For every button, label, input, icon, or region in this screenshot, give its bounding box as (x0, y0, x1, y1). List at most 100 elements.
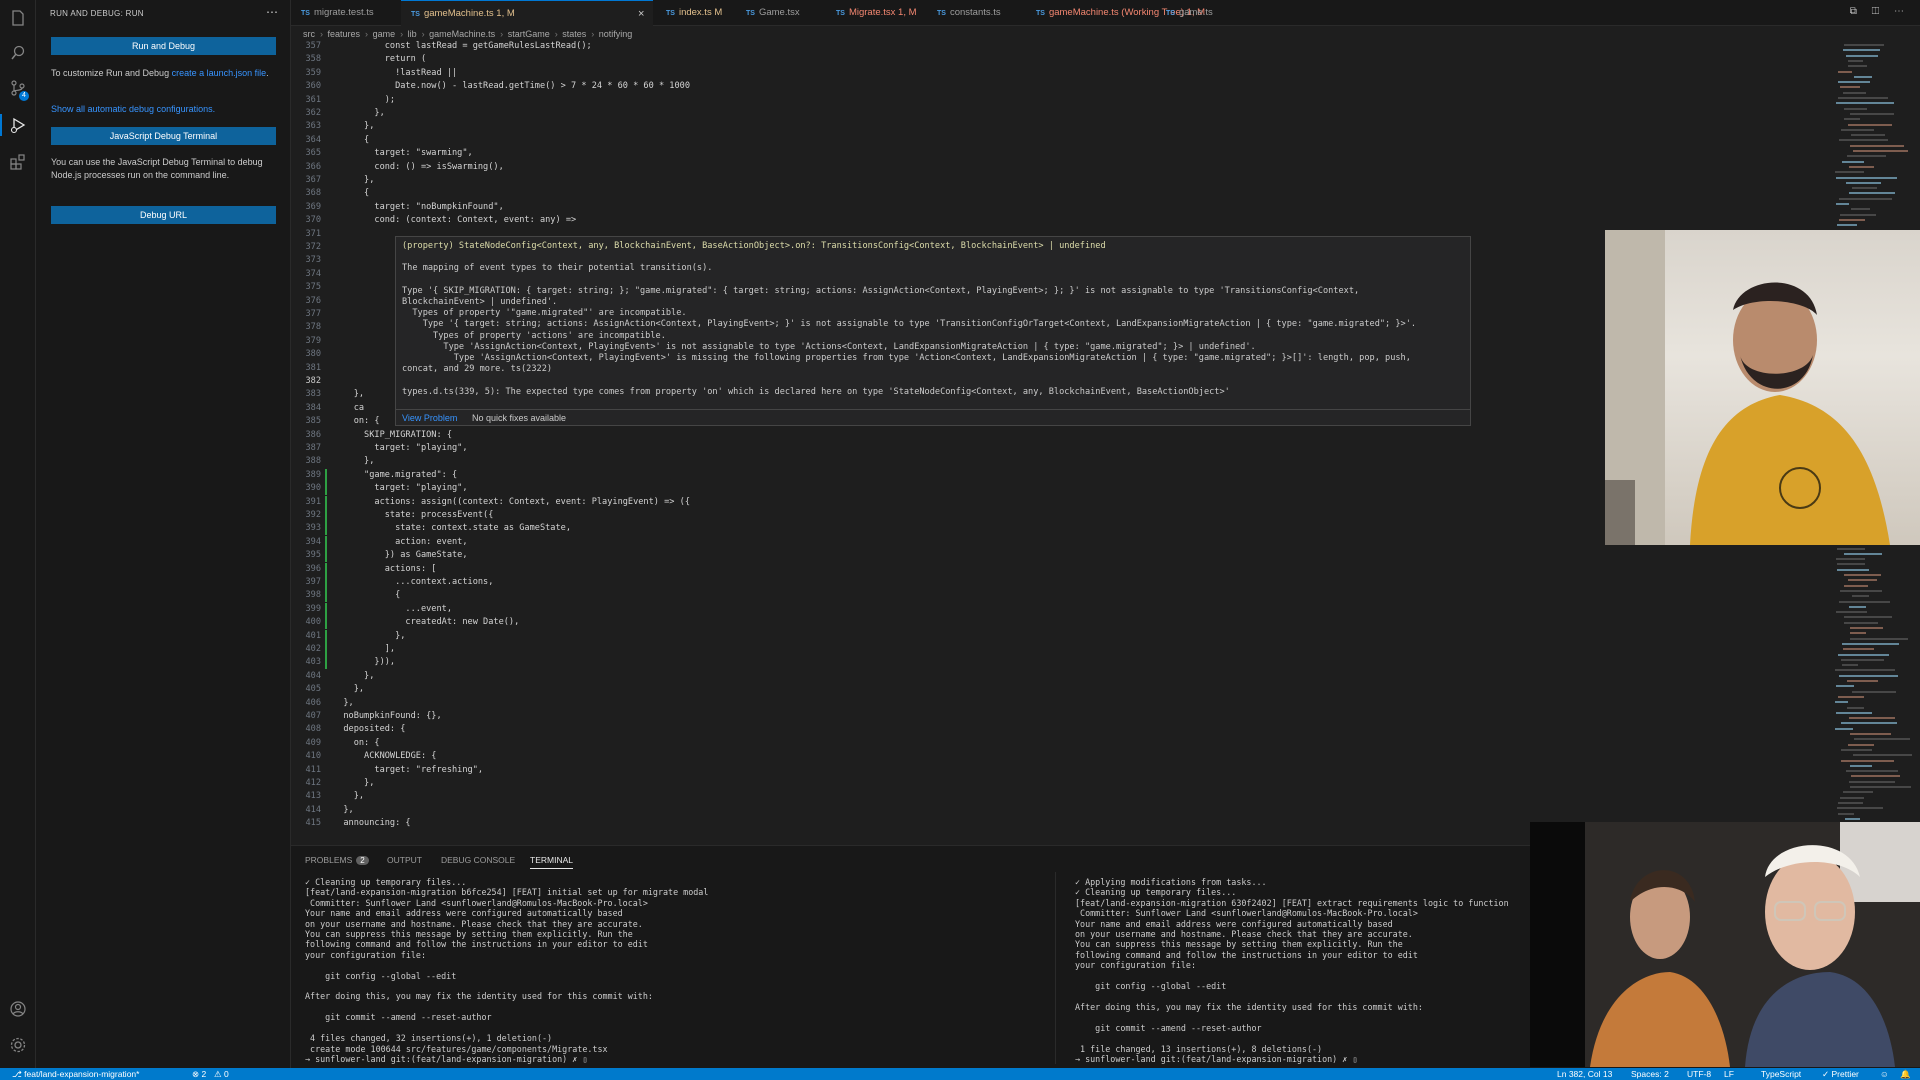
extensions-icon[interactable] (9, 153, 27, 171)
more-actions-icon[interactable]: ⋯ (266, 5, 278, 19)
minimap-line (1854, 738, 1910, 741)
minimap-line (1839, 218, 1865, 221)
line-number: 397 (305, 577, 321, 587)
notifications-icon[interactable]: 🔔 (1900, 1068, 1911, 1080)
line-number: 380 (305, 349, 321, 360)
run-and-debug-button[interactable]: Run and Debug (51, 37, 276, 55)
git-added-marker (325, 509, 327, 522)
tab-output[interactable]: OUTPUT (387, 855, 422, 865)
language-mode[interactable]: TypeScript (1761, 1068, 1801, 1080)
js-debug-terminal-text: You can use the JavaScript Debug Termina… (51, 157, 263, 180)
breadcrumb-item[interactable]: states (562, 29, 586, 39)
breadcrumb-item[interactable]: features (328, 29, 361, 39)
encoding[interactable]: UTF-8 (1687, 1068, 1711, 1080)
code-text: }, (333, 630, 406, 641)
feedback-icon[interactable]: ☺ (1880, 1068, 1889, 1080)
line-number: 381 (305, 362, 321, 373)
search-icon[interactable] (9, 44, 27, 62)
tab-game-ts[interactable]: TS game.ts (1166, 0, 1213, 26)
code-text: on: { (333, 416, 380, 427)
minimap-line (1840, 796, 1864, 799)
account-icon[interactable] (9, 1000, 27, 1018)
line-ending[interactable]: LF (1724, 1068, 1734, 1080)
code-text: announcing: { (333, 818, 411, 829)
tab-label: Migrate.tsx 1, M (848, 7, 917, 18)
line-number: 414 (305, 804, 321, 815)
tab-game-tsx[interactable]: TS Game.tsx (746, 0, 800, 26)
tab-index[interactable]: TS index.ts M (666, 0, 722, 26)
create-launch-json-link[interactable]: create a launch.json file (172, 68, 267, 78)
tab-label: Game.tsx (758, 7, 800, 18)
code-text: noBumpkinFound: {}, (333, 711, 442, 721)
line-number: 385 (305, 416, 321, 427)
terminal-right[interactable]: ✓ Applying modifications from tasks... ✓… (1075, 877, 1509, 1064)
minimap-line (1844, 616, 1892, 619)
minimap-line (1844, 44, 1884, 46)
js-debug-terminal-button[interactable]: JavaScript Debug Terminal (51, 127, 276, 145)
minimap-line (1853, 754, 1912, 757)
line-number: 408 (305, 724, 321, 735)
hover-line: concat, and 29 more. ts(2322) (402, 364, 553, 375)
minimap-line (1838, 81, 1870, 84)
tab-label: PROBLEMS (305, 855, 353, 865)
tab-terminal[interactable]: TERMINAL (530, 855, 573, 869)
editor-actions[interactable]: ⧉ ◫ ⋯ (1850, 6, 1910, 17)
line-number: 357 (305, 41, 321, 51)
debug-url-button[interactable]: Debug URL (51, 206, 276, 224)
code-text: }, (333, 791, 365, 802)
view-problem-link[interactable]: View Problem (402, 413, 457, 423)
breadcrumb-item[interactable]: game (373, 29, 396, 39)
ts-file-icon: TS (937, 10, 946, 17)
minimap-line (1835, 701, 1848, 704)
show-all-debug-configs-link[interactable]: Show all automatic debug configurations. (51, 103, 276, 116)
terminal-divider[interactable] (1055, 872, 1056, 1064)
minimap-line (1841, 759, 1894, 762)
tab-migrate-test[interactable]: TS migrate.test.ts (301, 0, 374, 26)
branch-name: feat/land-expansion-migration* (24, 1069, 140, 1079)
prettier-status[interactable]: ✓ Prettier (1822, 1068, 1859, 1080)
terminal-left[interactable]: ✓ Cleaning up temporary files... [feat/l… (305, 877, 708, 1064)
code-text: }, (333, 684, 365, 695)
breadcrumb-item[interactable]: gameMachine.ts (429, 29, 495, 39)
line-number: 411 (305, 764, 321, 775)
tab-migrate-tsx[interactable]: TS Migrate.tsx 1, M (836, 0, 917, 26)
customize-label: To customize Run and Debug (51, 68, 170, 78)
branch-status[interactable]: ⎇ feat/land-expansion-migration* (12, 1068, 139, 1080)
git-added-marker (325, 495, 327, 509)
breadcrumb-item[interactable]: notifying (599, 29, 633, 39)
tab-game-machine[interactable]: TS gameMachine.ts 1, M × (401, 0, 653, 26)
tab-label: constants.ts (949, 7, 1001, 18)
breadcrumb-item[interactable]: lib (408, 29, 417, 39)
code-editor[interactable]: 357 const lastRead = getGameRulesLastRea… (291, 40, 1831, 845)
minimap-line (1844, 584, 1868, 587)
run-debug-icon[interactable] (9, 116, 27, 134)
breadcrumb-item[interactable]: src (303, 29, 315, 39)
line-number: 371 (305, 228, 321, 239)
explorer-icon[interactable] (9, 9, 27, 27)
ts-file-icon: TS (746, 10, 755, 17)
line-number: 372 (305, 242, 321, 252)
errors-count[interactable]: ⊗ 2 (192, 1068, 206, 1080)
code-text: }, (333, 175, 375, 185)
cursor-position[interactable]: Ln 382, Col 13 (1557, 1068, 1612, 1080)
minimap-line (1845, 817, 1860, 820)
tab-debug-console[interactable]: DEBUG CONSOLE (441, 855, 515, 865)
tab-constants[interactable]: TS constants.ts (937, 0, 1001, 26)
error-hover-tooltip: View Problem No quick fixes available (p… (395, 236, 1471, 426)
breadcrumb-item[interactable]: startGame (508, 29, 550, 39)
manage-gear-icon[interactable] (9, 1036, 27, 1054)
code-text: deposited: { (333, 724, 406, 735)
line-number: 400 (305, 617, 321, 628)
minimap-line (1854, 75, 1872, 78)
git-added-marker (325, 576, 327, 589)
minimap-line (1851, 775, 1900, 778)
code-text: ACKNOWLEDGE: { (333, 751, 437, 762)
line-number: 377 (305, 309, 321, 319)
tab-problems[interactable]: PROBLEMS 2 (305, 855, 369, 865)
close-tab-icon[interactable]: × (638, 1, 644, 27)
warnings-count[interactable]: ⚠ 0 (214, 1068, 229, 1080)
code-text: Date.now() - lastRead.getTime() > 7 * 24… (333, 81, 690, 92)
minimap-line (1840, 589, 1882, 592)
tab-label: game.ts (1178, 7, 1213, 18)
indentation[interactable]: Spaces: 2 (1631, 1068, 1669, 1080)
